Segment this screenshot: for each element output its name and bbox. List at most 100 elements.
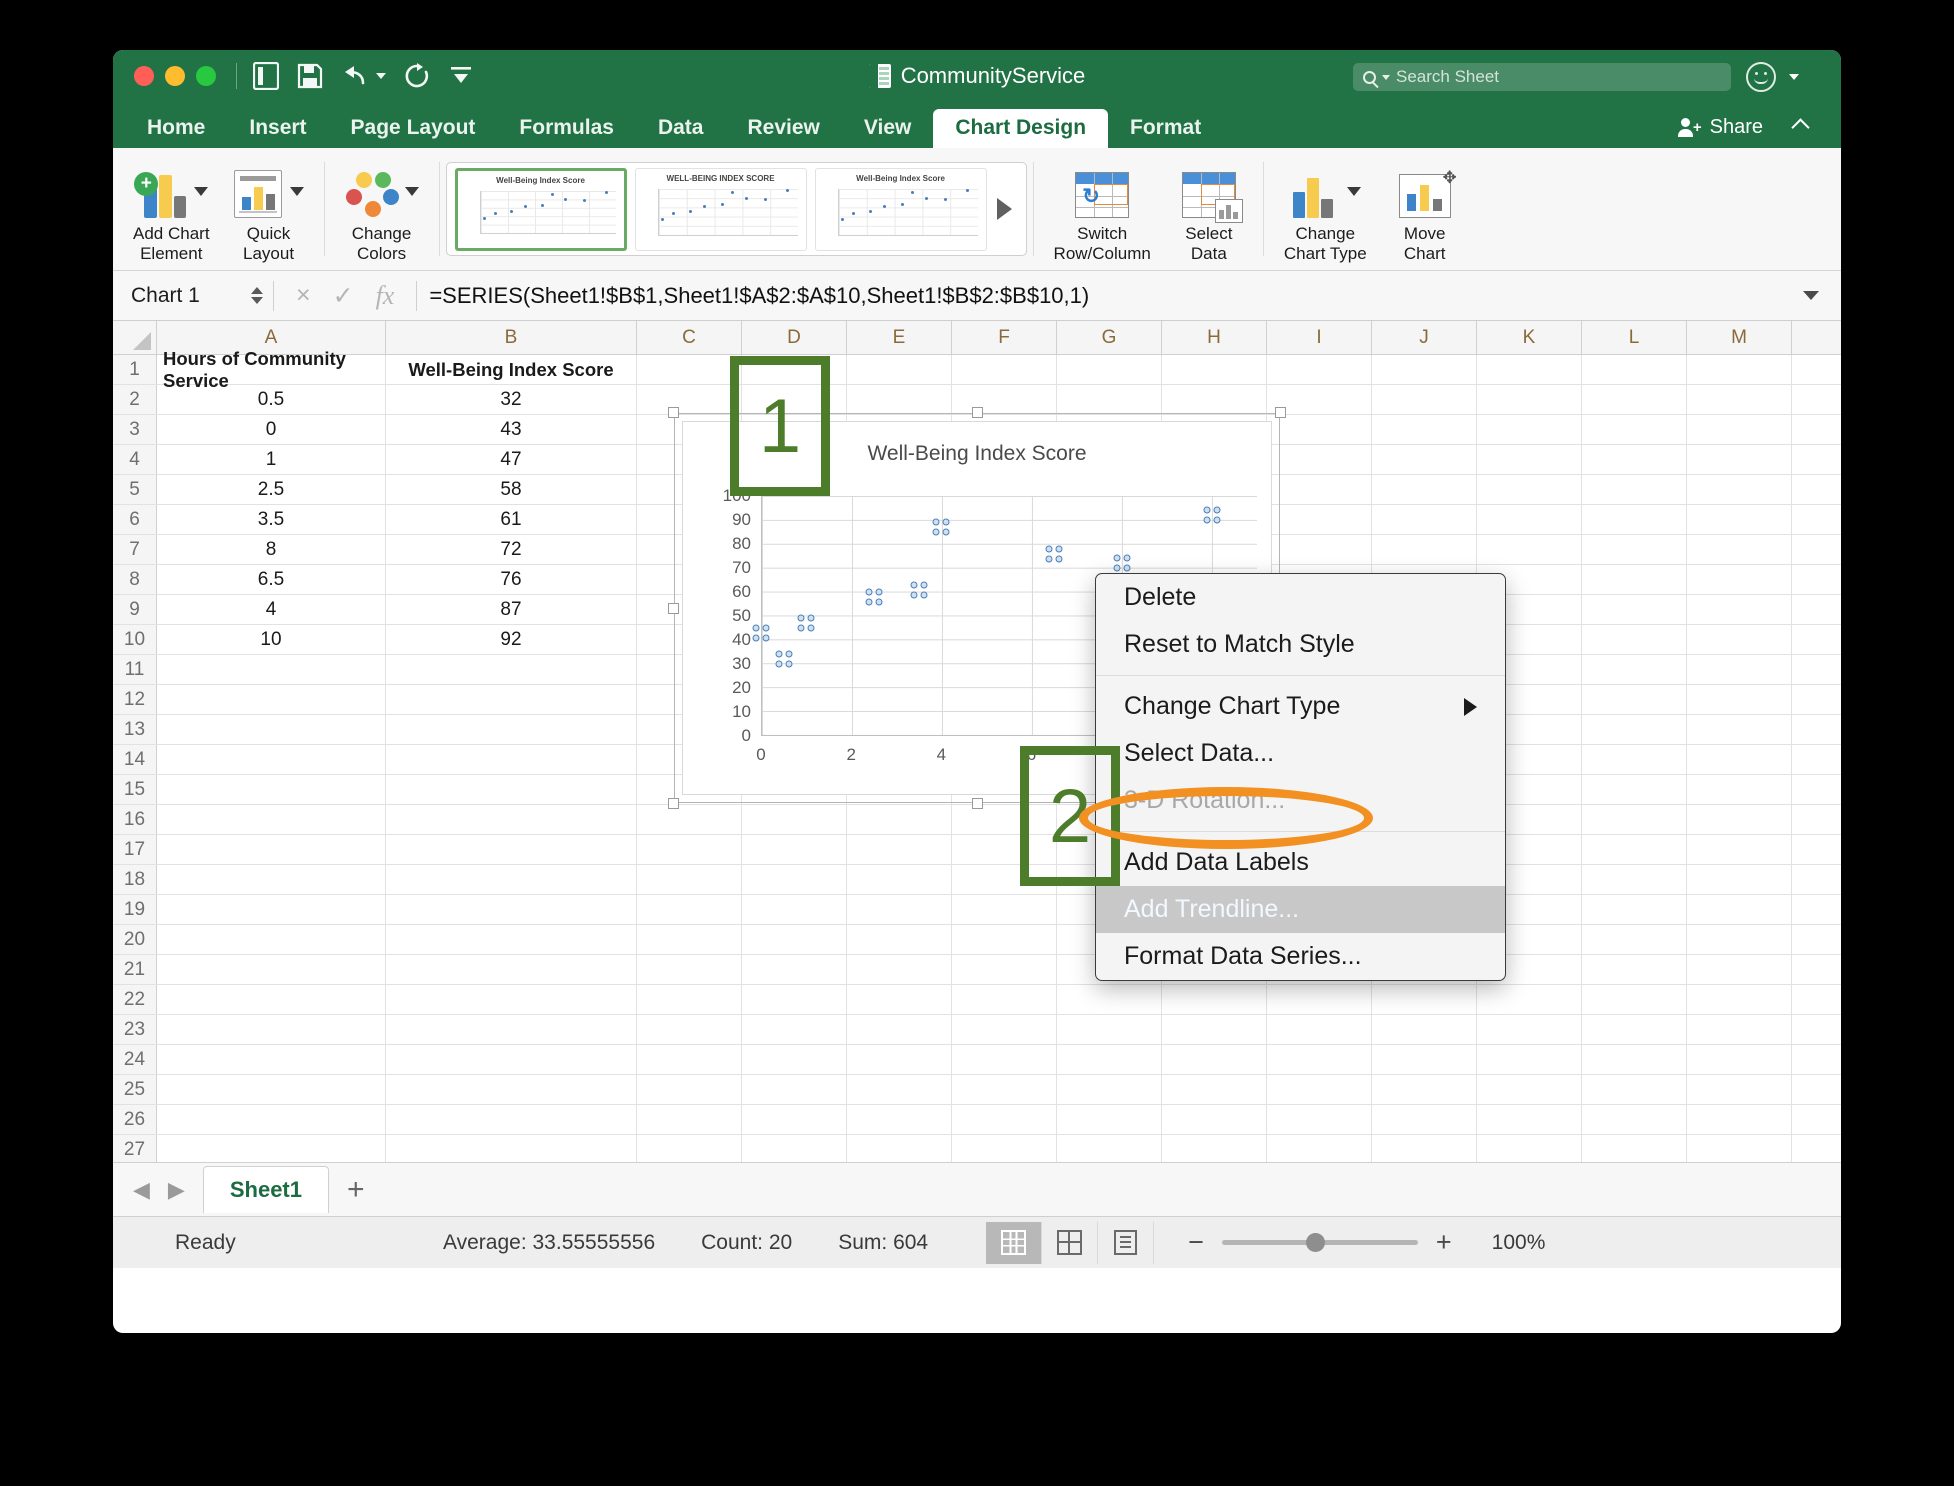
grid-cell[interactable]	[637, 805, 742, 834]
grid-cell[interactable]	[1687, 715, 1792, 744]
row-header[interactable]: 15	[113, 775, 157, 804]
grid-cell[interactable]	[1687, 775, 1792, 804]
chart-data-point[interactable]	[910, 581, 928, 599]
tab-chart-design[interactable]: Chart Design	[933, 109, 1109, 148]
row-header[interactable]: 5	[113, 475, 157, 504]
column-header-g[interactable]: G	[1057, 321, 1162, 354]
zoom-slider[interactable]	[1221, 1233, 1418, 1252]
page-layout-view-icon[interactable]	[1042, 1221, 1099, 1264]
grid-cell[interactable]	[1582, 535, 1687, 564]
grid-cell[interactable]	[742, 1075, 847, 1104]
grid-cell[interactable]	[1582, 595, 1687, 624]
grid-cell[interactable]	[847, 1135, 952, 1162]
grid-cell[interactable]	[1372, 385, 1477, 414]
share-button[interactable]: + Share	[1677, 116, 1763, 139]
row-header[interactable]: 2	[113, 385, 157, 414]
grid-cell[interactable]	[1477, 1105, 1582, 1134]
tab-insert[interactable]: Insert	[227, 109, 328, 148]
grid-cell[interactable]	[1477, 385, 1582, 414]
row-header[interactable]: 24	[113, 1045, 157, 1074]
zoom-slider-thumb[interactable]	[1305, 1233, 1325, 1252]
row-header[interactable]: 19	[113, 895, 157, 924]
grid-cell[interactable]	[1687, 445, 1792, 474]
tab-formulas[interactable]: Formulas	[497, 109, 636, 148]
grid-cell[interactable]	[157, 805, 386, 834]
table-row[interactable]: 21	[113, 955, 1841, 985]
column-header-e[interactable]: E	[847, 321, 952, 354]
grid-cell[interactable]: 2.5	[157, 475, 386, 504]
column-header-f[interactable]: F	[952, 321, 1057, 354]
row-header[interactable]: 16	[113, 805, 157, 834]
tab-page-layout[interactable]: Page Layout	[329, 109, 498, 148]
grid-cell[interactable]: 92	[386, 625, 637, 654]
grid-cell[interactable]	[157, 955, 386, 984]
grid-cell[interactable]	[637, 1015, 742, 1044]
row-header[interactable]: 14	[113, 745, 157, 774]
column-header-c[interactable]: C	[637, 321, 742, 354]
grid-cell[interactable]	[1477, 445, 1582, 474]
grid-cell[interactable]	[952, 985, 1057, 1014]
grid-cell[interactable]	[1477, 1075, 1582, 1104]
grid-cell[interactable]	[1477, 1015, 1582, 1044]
row-header[interactable]: 4	[113, 445, 157, 474]
grid-cell[interactable]	[1267, 535, 1372, 564]
chart-data-point[interactable]	[752, 624, 770, 642]
grid-cell[interactable]	[1582, 565, 1687, 594]
grid-cell[interactable]	[157, 1135, 386, 1162]
collapse-ribbon-icon[interactable]	[1791, 118, 1810, 137]
row-header[interactable]: 17	[113, 835, 157, 864]
grid-cell[interactable]	[1162, 1135, 1267, 1162]
formula-input[interactable]	[417, 282, 1803, 309]
grid-cell[interactable]	[1267, 1015, 1372, 1044]
grid-cell[interactable]	[1162, 355, 1267, 384]
customize-toolbar-icon[interactable]	[448, 65, 474, 87]
grid-cell[interactable]	[1582, 745, 1687, 774]
table-row[interactable]: 16	[113, 805, 1841, 835]
search-options-caret[interactable]	[1382, 74, 1390, 80]
grid-cell[interactable]: 76	[386, 565, 637, 594]
grid-cell[interactable]	[1267, 475, 1372, 504]
grid-cell[interactable]	[386, 1015, 637, 1044]
tab-view[interactable]: View	[842, 109, 933, 148]
grid-cell[interactable]	[847, 925, 952, 954]
switch-row-column-button[interactable]: ↻ Switch Row/Column	[1042, 154, 1163, 263]
row-header[interactable]: 27	[113, 1135, 157, 1162]
name-box-stepper[interactable]	[251, 287, 263, 304]
undo-dropdown-caret[interactable]	[376, 73, 386, 79]
tab-review[interactable]: Review	[725, 109, 841, 148]
grid-cell[interactable]	[847, 985, 952, 1014]
grid-cell[interactable]	[1372, 985, 1477, 1014]
grid-cell[interactable]: 61	[386, 505, 637, 534]
minimize-window-button[interactable]	[165, 66, 185, 86]
chart-handle-tl[interactable]	[668, 407, 679, 418]
row-header[interactable]: 7	[113, 535, 157, 564]
grid-cell[interactable]	[1687, 625, 1792, 654]
grid-cell[interactable]	[1582, 1135, 1687, 1162]
grid-cell[interactable]	[386, 745, 637, 774]
grid-cell[interactable]: 3.5	[157, 505, 386, 534]
column-header-b[interactable]: B	[386, 321, 637, 354]
menu-item-reset-to-match-style[interactable]: Reset to Match Style	[1096, 621, 1505, 668]
grid-cell[interactable]	[1687, 355, 1792, 384]
grid-cell[interactable]	[1687, 655, 1792, 684]
grid-cell[interactable]	[1687, 985, 1792, 1014]
change-chart-type-caret-icon[interactable]	[1347, 186, 1362, 196]
column-header-l[interactable]: L	[1582, 321, 1687, 354]
grid-cell[interactable]: 72	[386, 535, 637, 564]
grid-cell[interactable]	[1687, 505, 1792, 534]
grid-cell[interactable]	[1582, 1075, 1687, 1104]
grid-cell[interactable]	[1057, 1045, 1162, 1074]
grid-cell[interactable]	[742, 895, 847, 924]
grid-cell[interactable]	[1582, 685, 1687, 714]
expand-formula-bar-icon[interactable]	[1803, 291, 1819, 300]
column-header-d[interactable]: D	[742, 321, 847, 354]
grid-cell[interactable]	[386, 925, 637, 954]
grid-cell[interactable]	[1372, 1075, 1477, 1104]
row-header[interactable]: 11	[113, 655, 157, 684]
grid-cell[interactable]	[386, 1135, 637, 1162]
grid-cell[interactable]	[1372, 535, 1477, 564]
change-colors-button[interactable]: Change Colors	[333, 154, 431, 263]
table-row[interactable]: 1 Hours of Community Service Well-Being In…	[113, 348, 1841, 391]
grid-cell[interactable]	[1582, 655, 1687, 684]
grid-cell[interactable]	[1477, 1045, 1582, 1074]
